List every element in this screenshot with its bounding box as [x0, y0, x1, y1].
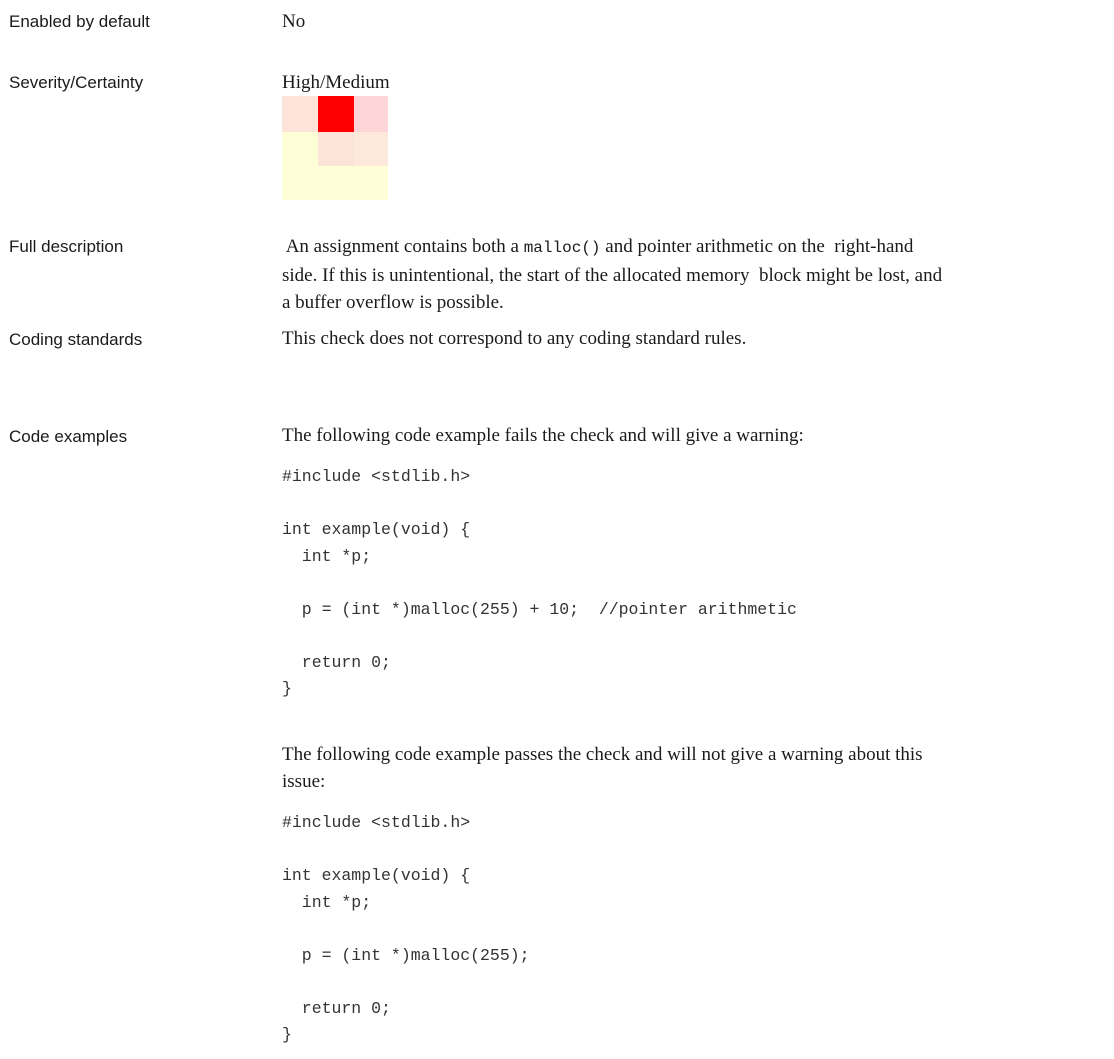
matrix-cell	[282, 166, 318, 200]
matrix-cell	[354, 132, 388, 166]
matrix-cell	[318, 132, 354, 166]
severity-certainty-label: Severity/Certainty	[9, 73, 144, 92]
enabled-by-default-label: Enabled by default	[9, 12, 150, 31]
inline-code-malloc: malloc()	[523, 239, 601, 257]
pass-example-intro-line1: The following code example passes the ch…	[282, 744, 923, 765]
coding-standards-value: This check does not correspond to any co…	[282, 328, 747, 349]
description-line: An assignment contains both a malloc() a…	[282, 233, 1062, 262]
full-description-text: An assignment contains both a malloc() a…	[282, 233, 1062, 316]
fail-code-block: #include <stdlib.h> int example(void) { …	[282, 467, 797, 698]
pass-code-block: #include <stdlib.h> int example(void) { …	[282, 813, 530, 1044]
enabled-by-default-value: No	[282, 11, 306, 32]
matrix-cell	[282, 132, 318, 166]
severity-certainty-matrix	[282, 96, 388, 200]
description-line: side. If this is unintentional, the star…	[282, 265, 943, 286]
matrix-cell	[354, 96, 388, 132]
matrix-cell	[282, 96, 318, 132]
matrix-cell	[354, 166, 388, 200]
code-examples-label: Code examples	[9, 427, 128, 446]
coding-standards-label: Coding standards	[9, 330, 143, 349]
severity-certainty-value: High/Medium	[282, 72, 390, 93]
matrix-cell	[318, 166, 354, 200]
fail-example-intro: The following code example fails the che…	[282, 425, 804, 446]
description-text: An assignment contains both a	[282, 236, 524, 257]
full-description-label: Full description	[9, 237, 124, 256]
pass-example-intro-line2: issue:	[282, 771, 326, 792]
description-line: a buffer overflow is possible.	[282, 292, 504, 313]
matrix-cell	[318, 96, 354, 132]
description-text: and pointer arithmetic on the right-hand	[600, 236, 914, 257]
